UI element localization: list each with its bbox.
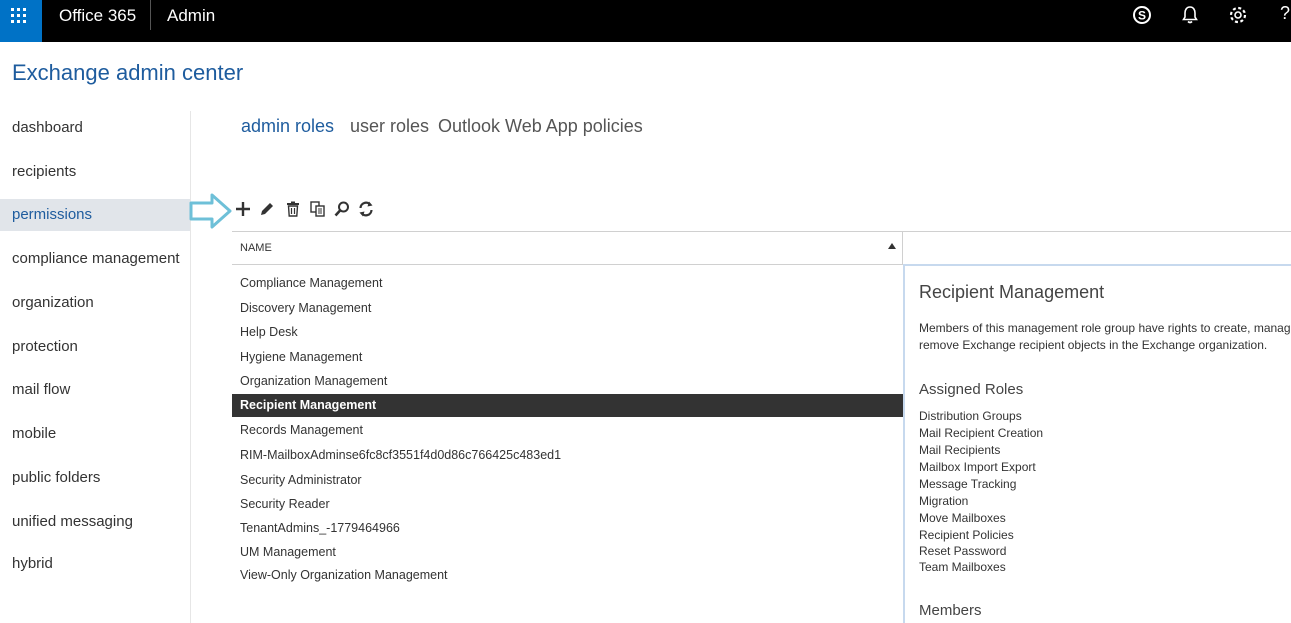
nav-item-organization[interactable]: organization bbox=[0, 287, 190, 319]
assigned-role: Reset Password bbox=[919, 544, 1007, 558]
detail-description-line: Members of this management role group ha… bbox=[919, 321, 1291, 335]
table-row[interactable]: Help Desk bbox=[232, 322, 903, 342]
nav-divider bbox=[190, 111, 191, 623]
nav-item-protection[interactable]: protection bbox=[0, 331, 190, 363]
table-row[interactable]: Discovery Management bbox=[232, 298, 903, 318]
search-icon[interactable] bbox=[333, 200, 351, 218]
topbar-divider bbox=[150, 0, 151, 30]
table-row[interactable]: RIM-MailboxAdminse6fc8cf3551f4d0d86c7664… bbox=[232, 445, 903, 465]
detail-description-line: remove Exchange recipient objects in the… bbox=[919, 338, 1268, 352]
nav-item-compliance-management[interactable]: compliance management bbox=[0, 243, 190, 275]
detail-title: Recipient Management bbox=[919, 282, 1105, 302]
add-icon[interactable] bbox=[234, 200, 252, 218]
table-header-border bbox=[232, 264, 903, 265]
table-row[interactable]: Hygiene Management bbox=[232, 347, 903, 367]
bell-icon[interactable] bbox=[1179, 4, 1201, 26]
assigned-role: Message Tracking bbox=[919, 477, 1017, 491]
table-row[interactable]: Organization Management bbox=[232, 371, 903, 391]
members-heading: Members bbox=[919, 602, 982, 619]
nav-item-hybrid[interactable]: hybrid bbox=[0, 548, 190, 580]
nav-item-unified-messaging[interactable]: unified messaging bbox=[0, 506, 190, 538]
assigned-role: Migration bbox=[919, 494, 969, 508]
table-row-selected[interactable]: Recipient Management bbox=[232, 394, 903, 417]
assigned-role: Mailbox Import Export bbox=[919, 460, 1036, 474]
waffle-icon bbox=[11, 8, 26, 23]
copy-icon[interactable] bbox=[309, 200, 327, 218]
detail-pane-border-top bbox=[903, 264, 1291, 266]
table-top-border bbox=[232, 231, 1291, 232]
column-separator bbox=[902, 232, 903, 264]
nav-item-recipients[interactable]: recipients bbox=[0, 156, 190, 188]
skype-icon[interactable]: S bbox=[1131, 4, 1153, 26]
delete-icon[interactable] bbox=[284, 200, 302, 218]
sort-ascending-icon[interactable] bbox=[888, 243, 896, 249]
nav-item-permissions[interactable]: permissions bbox=[0, 199, 190, 231]
edit-icon[interactable] bbox=[258, 200, 276, 218]
table-row[interactable]: UM Management bbox=[232, 542, 903, 562]
detail-pane-border bbox=[903, 264, 905, 623]
tab-user-roles[interactable]: user roles bbox=[350, 116, 429, 137]
assigned-role: Team Mailboxes bbox=[919, 560, 1006, 574]
table-row[interactable]: Security Reader bbox=[232, 494, 903, 514]
brand-name[interactable]: Office 365 bbox=[59, 6, 136, 26]
assigned-role: Mail Recipients bbox=[919, 443, 1001, 457]
assigned-role: Distribution Groups bbox=[919, 409, 1022, 423]
assigned-roles-heading: Assigned Roles bbox=[919, 381, 1024, 398]
table-row[interactable]: View-Only Organization Management bbox=[232, 565, 903, 585]
assigned-role: Move Mailboxes bbox=[919, 511, 1006, 525]
nav-item-mobile[interactable]: mobile bbox=[0, 418, 190, 450]
tab-outlook-web-app-policies[interactable]: Outlook Web App policies bbox=[438, 116, 643, 137]
table-row[interactable]: TenantAdmins_-1779464966 bbox=[232, 518, 903, 538]
table-row[interactable]: Records Management bbox=[232, 420, 903, 440]
assigned-role: Recipient Policies bbox=[919, 528, 1014, 542]
table-row[interactable]: Compliance Management bbox=[232, 273, 903, 293]
help-icon[interactable]: ? bbox=[1280, 3, 1290, 24]
svg-text:S: S bbox=[1138, 9, 1146, 23]
nav-item-public-folders[interactable]: public folders bbox=[0, 462, 190, 494]
callout-arrow-icon bbox=[189, 193, 232, 229]
top-bar: Office 365 Admin S ? bbox=[0, 0, 1291, 42]
table-row[interactable]: Security Administrator bbox=[232, 470, 903, 490]
refresh-icon[interactable] bbox=[357, 200, 375, 218]
nav-item-mail-flow[interactable]: mail flow bbox=[0, 374, 190, 406]
app-name[interactable]: Admin bbox=[167, 6, 215, 26]
assigned-role: Mail Recipient Creation bbox=[919, 426, 1044, 440]
tab-admin-roles[interactable]: admin roles bbox=[241, 116, 334, 137]
gear-icon[interactable] bbox=[1227, 4, 1249, 26]
app-launcher-button[interactable] bbox=[0, 0, 42, 42]
detail-description: Members of this management role group ha… bbox=[919, 320, 1291, 354]
page-title: Exchange admin center bbox=[12, 60, 244, 85]
nav-item-dashboard[interactable]: dashboard bbox=[0, 112, 190, 144]
column-header-name[interactable]: NAME bbox=[240, 242, 272, 254]
